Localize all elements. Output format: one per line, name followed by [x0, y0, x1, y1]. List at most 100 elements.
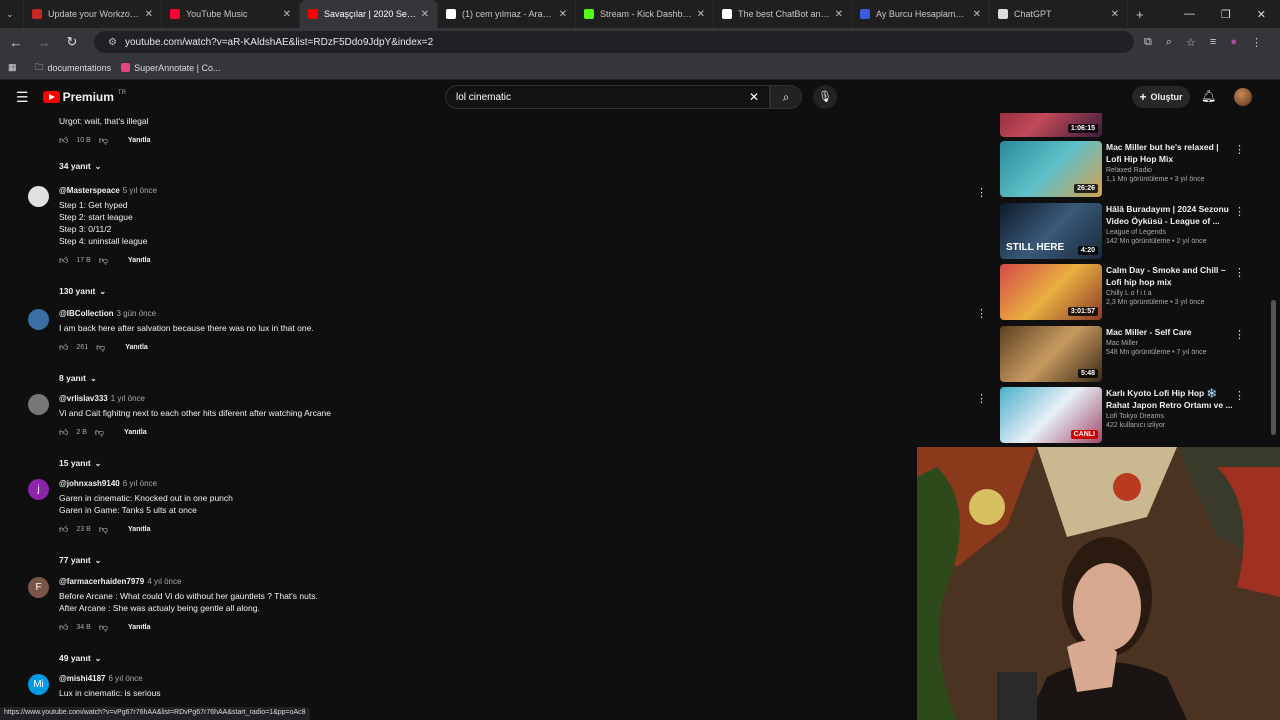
browser-tab[interactable]: Ay Burcu Hesaplama - H ✕ — [852, 0, 990, 28]
browser-tab[interactable]: Savaşçılar | 2020 Sezonu ✕ — [300, 0, 438, 28]
like-icon[interactable]: 👍︎ — [59, 524, 68, 535]
commenter-avatar[interactable]: Mi — [28, 674, 49, 695]
comment-author[interactable]: @Masterspeace 5 yıl önce — [59, 186, 728, 195]
page-scrollbar[interactable] — [1271, 300, 1276, 435]
comment-time[interactable]: 4 yıl önce — [147, 577, 181, 586]
account-avatar[interactable] — [1234, 88, 1252, 106]
comment-more-icon[interactable]: ⋮ — [976, 186, 987, 199]
comment-author[interactable]: @johnxash9140 6 yıl önce — [59, 479, 728, 488]
replies-toggle[interactable]: 77 yanıt ⌄ — [59, 555, 101, 565]
close-tab-icon[interactable]: ✕ — [835, 9, 843, 20]
video-title[interactable]: Mac Miller - Self Care — [1106, 326, 1236, 338]
author-handle[interactable]: @farmacerhaiden7979 — [59, 577, 144, 586]
youtube-premium-logo[interactable]: Premium TR — [42, 90, 126, 104]
comment-time[interactable]: 6 yıl önce — [123, 479, 157, 488]
clear-search-icon[interactable]: ✕ — [749, 90, 759, 104]
video-more-icon[interactable]: ⋮ — [1234, 389, 1245, 402]
video-thumbnail[interactable]: 1:06:15 — [1000, 113, 1102, 137]
like-icon[interactable]: 👍︎ — [59, 135, 68, 146]
channel-name[interactable]: League of Legends — [1106, 229, 1236, 236]
close-tab-icon[interactable]: ✕ — [697, 9, 705, 20]
install-icon[interactable]: ⧉ — [1144, 36, 1152, 49]
related-video-item[interactable]: 5:48 Mac Miller - Self Care Mac Miller 5… — [1000, 326, 1270, 384]
bookmark-documentations[interactable]: 🗀 documentations — [35, 60, 112, 76]
menu-icon[interactable]: ⋮ — [1251, 36, 1262, 49]
dislike-icon[interactable]: 👎︎ — [99, 135, 108, 146]
new-tab-button[interactable]: + — [1136, 7, 1144, 22]
reload-icon[interactable]: ↻ — [60, 34, 84, 50]
tab-list-button[interactable]: ⌄ — [0, 0, 24, 28]
channel-name[interactable]: Mac Miller — [1106, 340, 1236, 347]
browser-tab[interactable]: YouTube Music ✕ — [162, 0, 300, 28]
close-tab-icon[interactable]: ✕ — [283, 9, 291, 20]
comment-time[interactable]: 3 gün önce — [116, 309, 156, 318]
reply-button[interactable]: Yanıtla — [124, 429, 147, 436]
video-more-icon[interactable]: ⋮ — [1234, 143, 1245, 156]
commenter-avatar[interactable]: F — [28, 577, 49, 598]
comment-author[interactable]: @IBCollection 3 gün önce — [59, 309, 728, 318]
reply-button[interactable]: Yanıtla — [128, 526, 151, 533]
commenter-avatar[interactable]: j — [28, 479, 49, 500]
close-window-icon[interactable]: ✕ — [1257, 8, 1266, 21]
replies-toggle[interactable]: 15 yanıt ⌄ — [59, 458, 101, 468]
search-button[interactable]: ⌕ — [770, 85, 802, 109]
comment-time[interactable]: 1 yıl önce — [111, 394, 145, 403]
comment-author[interactable]: @farmacerhaiden7979 4 yıl önce — [59, 577, 728, 586]
like-icon[interactable]: 👍︎ — [59, 342, 68, 353]
comment-time[interactable]: 6 yıl önce — [109, 674, 143, 683]
replies-toggle[interactable]: 34 yanıt ⌄ — [59, 161, 101, 171]
minimize-icon[interactable]: — — [1184, 8, 1195, 21]
dislike-icon[interactable]: 👎︎ — [95, 427, 104, 438]
voice-search-button[interactable]: 🎙 — [813, 85, 837, 109]
video-title[interactable]: Hâlâ Buradayım | 2024 Sezonu Video Öyküs… — [1106, 203, 1236, 227]
close-tab-icon[interactable]: ✕ — [145, 9, 153, 20]
video-thumbnail[interactable]: STILL HERE 4:20 — [1000, 203, 1102, 259]
channel-name[interactable]: Chilly L o f i t a — [1106, 290, 1236, 297]
site-info-icon[interactable]: ⚙ — [108, 37, 117, 48]
like-icon[interactable]: 👍︎ — [59, 427, 68, 438]
related-video-item[interactable]: CANLI Karlı Kyoto Lofi Hip Hop ❄️ Rahat … — [1000, 387, 1270, 445]
search-input[interactable]: lol cinematic ✕ — [445, 85, 770, 109]
close-tab-icon[interactable]: ✕ — [559, 9, 567, 20]
browser-tab[interactable]: (1) cem yılmaz - Arama / ✕ — [438, 0, 576, 28]
media-icon[interactable]: ≡ — [1210, 36, 1216, 49]
forward-icon[interactable]: → — [32, 35, 56, 50]
close-tab-icon[interactable]: ✕ — [1111, 9, 1119, 20]
commenter-avatar[interactable] — [28, 186, 49, 207]
author-handle[interactable]: @IBCollection — [59, 309, 113, 318]
like-icon[interactable]: 👍︎ — [59, 255, 68, 266]
comment-more-icon[interactable]: ⋮ — [976, 307, 987, 320]
notifications-bell-icon[interactable]: 🔔︎ — [1201, 89, 1216, 103]
dislike-icon[interactable]: 👎︎ — [99, 622, 108, 633]
reply-button[interactable]: Yanıtla — [125, 344, 148, 351]
url-field[interactable]: ⚙ youtube.com/watch?v=aR-KAldshAE&list=R… — [94, 31, 1134, 53]
channel-name[interactable]: Lofi Tokyo Dreams — [1106, 413, 1236, 420]
like-icon[interactable]: 👍︎ — [59, 622, 68, 633]
replies-toggle[interactable]: 130 yanıt ⌄ — [59, 286, 106, 296]
browser-tab[interactable]: ChatGPT ✕ — [990, 0, 1128, 28]
commenter-avatar[interactable] — [28, 309, 49, 330]
video-more-icon[interactable]: ⋮ — [1234, 266, 1245, 279]
hamburger-menu-icon[interactable]: ☰ — [16, 89, 29, 106]
profile-icon[interactable]: ● — [1230, 36, 1237, 49]
related-video-item[interactable]: 1:06:15 116 B görüntüleme • 1 ay önce ⋮ — [1000, 113, 1270, 139]
video-thumbnail[interactable]: CANLI — [1000, 387, 1102, 443]
dislike-icon[interactable]: 👎︎ — [96, 342, 105, 353]
back-icon[interactable]: ← — [4, 35, 28, 50]
reply-button[interactable]: Yanıtla — [128, 137, 151, 144]
replies-toggle[interactable]: 8 yanıt ⌄ — [59, 373, 97, 383]
reply-button[interactable]: Yanıtla — [128, 257, 151, 264]
related-video-item[interactable]: 26:26 Mac Miller but he's relaxed | Lofi… — [1000, 141, 1270, 199]
browser-tab[interactable]: Update your Workzone p ✕ — [24, 0, 162, 28]
browser-tab[interactable]: The best ChatBot and Wi ✕ — [714, 0, 852, 28]
reply-button[interactable]: Yanıtla — [128, 624, 151, 631]
restore-icon[interactable]: ❐ — [1221, 8, 1231, 21]
author-handle[interactable]: @johnxash9140 — [59, 479, 120, 488]
video-title[interactable]: Mac Miller but he's relaxed | Lofi Hip H… — [1106, 141, 1236, 165]
author-handle[interactable]: @mishi4187 — [59, 674, 106, 683]
close-tab-icon[interactable]: ✕ — [421, 9, 429, 20]
video-more-icon[interactable]: ⋮ — [1234, 328, 1245, 341]
close-tab-icon[interactable]: ✕ — [973, 9, 981, 20]
video-thumbnail[interactable]: 3:01:57 — [1000, 264, 1102, 320]
video-thumbnail[interactable]: 5:48 — [1000, 326, 1102, 382]
